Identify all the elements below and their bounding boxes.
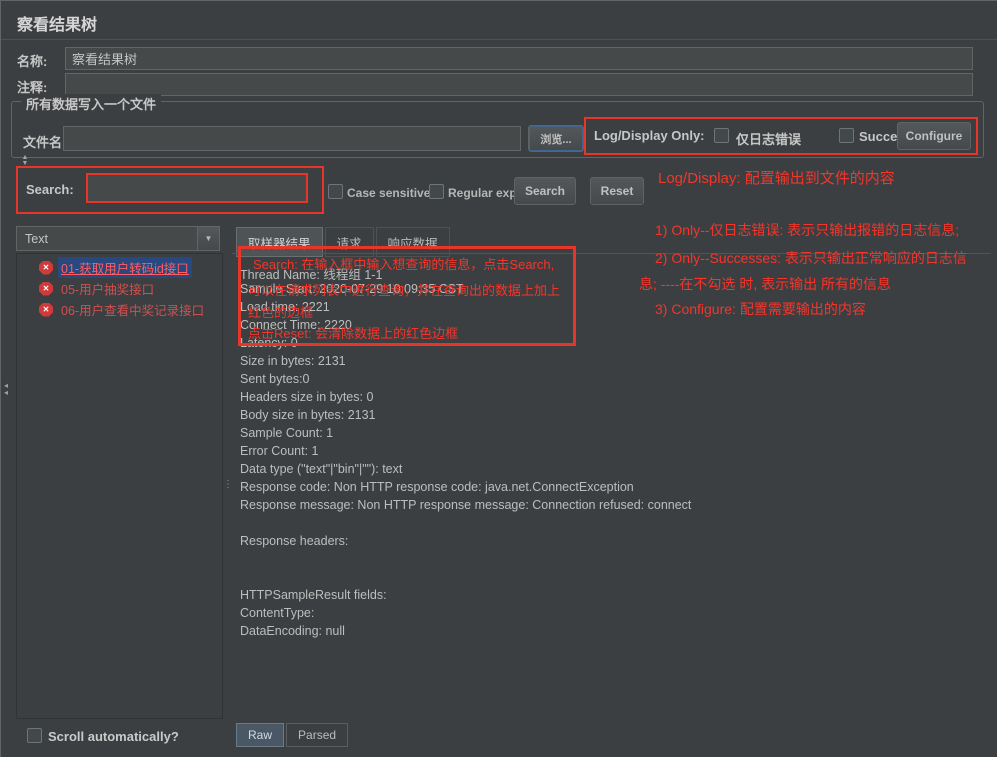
annotation-line: 点击Reset: 会清除数据上的红色边框: [248, 326, 459, 341]
tree-item-label: 06-用户查看中奖记录接口: [61, 304, 205, 318]
errors-only-label: 仅日志错误: [736, 132, 802, 147]
filename-label: 文件名: [23, 135, 63, 150]
tree-item-label: 01-获取用户转码id接口: [58, 257, 192, 278]
result-line: Data type ("text"|"bin"|""): text: [240, 462, 403, 476]
scroll-automatically-label: Scroll automatically?: [48, 729, 179, 744]
tree-item[interactable]: ✕ 05-用户抽奖接口: [17, 278, 222, 299]
regular-exp-label: Regular exp.: [448, 186, 521, 200]
annotation-line: Search: 在输入框中输入想查询的信息，点击Search,: [253, 257, 555, 272]
result-line: HTTPSampleResult fields:: [240, 588, 387, 602]
annotation-line: 可以在请求列表中进行查询，并在查询出的数据上加上: [248, 283, 561, 298]
search-input[interactable]: [86, 173, 308, 203]
error-icon: ✕: [39, 302, 53, 317]
result-line: Response code: Non HTTP response code: j…: [240, 480, 634, 494]
name-label: 名称:: [17, 54, 48, 69]
result-line: [240, 570, 991, 588]
splitter-collapse-icon[interactable]: ◂ ◂: [2, 382, 10, 397]
results-tree: ✕ 01-获取用户转码id接口 ✕ 05-用户抽奖接口 ✕ 06-用户查看中奖记…: [16, 253, 223, 719]
annotation-log-display: Log/Display: 配置输出到文件的内容: [658, 170, 895, 187]
title-divider: [1, 39, 997, 40]
tab-parsed[interactable]: Parsed: [286, 723, 349, 747]
tree-item[interactable]: ✕ 06-用户查看中奖记录接口: [17, 299, 222, 320]
write-all-data-group-title: 所有数据写入一个文件: [21, 94, 162, 113]
annotation-note-2: 2) Only--Successes: 表示只输出正常响应的日志信: [655, 250, 967, 266]
page-title: 察看结果树: [17, 17, 98, 34]
result-line: Sent bytes:0: [240, 372, 310, 386]
case-sensitive-checkbox[interactable]: [328, 184, 343, 199]
scroll-automatically-checkbox[interactable]: [27, 728, 42, 743]
result-line: [240, 552, 991, 570]
error-icon: ✕: [39, 260, 53, 275]
name-input[interactable]: [65, 47, 973, 70]
comment-input[interactable]: [65, 73, 973, 96]
result-line: Size in bytes: 2131: [240, 354, 346, 368]
sampler-result-panel: 取样器结果 请求 响应数据 Thread Name: 线程组 1-1 Sample…: [232, 227, 991, 747]
result-line: Error Count: 1: [240, 444, 319, 458]
tree-item[interactable]: ✕ 01-获取用户转码id接口: [17, 257, 222, 278]
annotation-note-2-cont: 息; ----在不勾选 时, 表示输出 所有的信息: [639, 276, 891, 292]
result-line: Response headers:: [240, 534, 349, 548]
tree-view-select[interactable]: Text ▼: [16, 226, 220, 251]
result-line: [240, 516, 991, 534]
annotation-note-1: 1) Only--仅日志错误: 表示只输出报错的日志信息;: [655, 222, 960, 238]
errors-only-checkbox[interactable]: [714, 128, 729, 143]
search-label: Search:: [26, 182, 74, 197]
configure-button[interactable]: Configure: [897, 122, 971, 150]
view-results-tree-panel: ◂◂ ⋮ 察看结果树 名称: 注释: 所有数据写入一个文件 文件名 浏览... …: [0, 0, 997, 757]
successes-checkbox[interactable]: [839, 128, 854, 143]
case-sensitive-label: Case sensitive: [347, 186, 431, 200]
reset-button[interactable]: Reset: [590, 177, 644, 205]
result-line: Sample Count: 1: [240, 426, 334, 440]
tree-view-select-value: Text: [25, 231, 48, 246]
result-line: Body size in bytes: 2131: [240, 408, 376, 422]
chevron-down-icon[interactable]: ▼: [197, 227, 219, 250]
result-line: ContentType:: [240, 606, 318, 620]
render-tabs: Raw Parsed: [236, 723, 350, 747]
annotation-note-3: 3) Configure: 配置需要输出的内容: [655, 301, 866, 317]
tree-item-label: 05-用户抽奖接口: [61, 283, 155, 297]
filename-input[interactable]: [63, 126, 521, 151]
result-line: DataEncoding: null: [240, 624, 345, 638]
browse-button[interactable]: 浏览...: [528, 125, 584, 152]
result-line: Headers size in bytes: 0: [240, 390, 374, 404]
tab-raw[interactable]: Raw: [236, 723, 285, 747]
regular-exp-checkbox[interactable]: [429, 184, 444, 199]
search-button[interactable]: Search: [514, 177, 576, 205]
annotation-line: 红色的边框: [248, 305, 314, 320]
log-display-only-label: Log/Display Only:: [594, 128, 705, 143]
result-annotation-frame: Search: 在输入框中输入想查询的信息，点击Search, 可以在请求列表中…: [238, 246, 576, 346]
error-icon: ✕: [39, 281, 53, 296]
result-line: Response message: Non HTTP response mess…: [240, 498, 692, 512]
